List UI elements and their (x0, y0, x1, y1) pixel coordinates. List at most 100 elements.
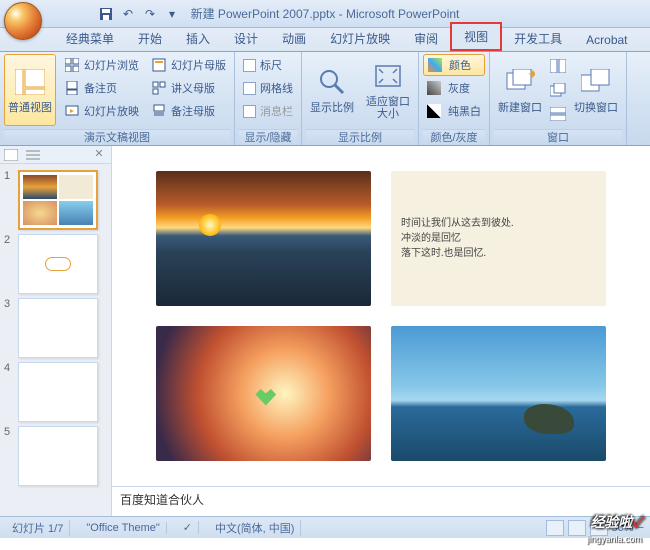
slide-image-3[interactable] (156, 326, 371, 461)
panel-tabs: ✕ (0, 146, 111, 164)
thumbnail-2[interactable] (18, 234, 98, 294)
color-button[interactable]: 颜色 (423, 54, 485, 76)
handout-master-icon (151, 80, 167, 96)
zoom-label: 显示比例 (310, 102, 354, 114)
slide-image-1[interactable] (156, 171, 371, 306)
thumb-row[interactable]: 2 (0, 232, 111, 296)
group-window: ✦ 新建窗口 切换窗口 窗口 (490, 52, 627, 145)
thumb-row[interactable]: 5 (0, 424, 111, 488)
redo-icon[interactable]: ↷ (142, 6, 158, 22)
normal-view-label: 普通视图 (8, 102, 52, 114)
group-zoom: 显示比例 适应窗口大小 显示比例 (302, 52, 419, 145)
handout-master-button[interactable]: 讲义母版 (147, 77, 230, 99)
slide-master-button[interactable]: 幻灯片母版 (147, 54, 230, 76)
slide-sorter-button[interactable]: 幻灯片浏览 (60, 54, 143, 76)
thumb-row[interactable]: 3 (0, 296, 111, 360)
new-window-icon: ✦ (504, 66, 536, 98)
cascade-icon[interactable] (550, 82, 566, 98)
language-indicator[interactable]: 中文(简体, 中国) (209, 520, 301, 536)
sorter-icon (64, 57, 80, 73)
group-color-gray: 颜色 灰度 纯黑白 颜色/灰度 (419, 52, 490, 145)
gridlines-checkbox[interactable]: 网格线 (239, 77, 297, 99)
panel-close-button[interactable]: ✕ (91, 147, 107, 163)
svg-text:✦: ✦ (527, 69, 535, 82)
outline-tab-icon[interactable] (26, 149, 40, 161)
checkbox-icon (243, 105, 256, 118)
checkbox-icon (243, 82, 256, 95)
watermark-url: jingyanla.com (587, 534, 642, 544)
arrange-all-icon[interactable] (550, 58, 566, 74)
group-label-zoom: 显示比例 (306, 129, 414, 145)
gray-swatch-icon (427, 81, 441, 95)
spellcheck-icon: ✓ (183, 521, 192, 534)
show-icon (64, 103, 80, 119)
notes-page-button[interactable]: 备注页 (60, 77, 143, 99)
quick-access-toolbar: ↶ ↷ ▾ (98, 6, 180, 22)
slide-canvas-area[interactable]: 时间让我们从这去到彼处.冲淡的是回忆落下这时.也是回忆. (112, 146, 650, 486)
undo-icon[interactable]: ↶ (120, 6, 136, 22)
thumbnail-5[interactable] (18, 426, 98, 486)
group-label-colorgray: 颜色/灰度 (423, 129, 485, 145)
qat-dropdown-icon[interactable]: ▾ (164, 6, 180, 22)
color-swatch-icon (428, 58, 442, 72)
magnifier-icon (316, 66, 348, 98)
slide-indicator[interactable]: 幻灯片 1/7 (6, 520, 70, 536)
tab-slideshow[interactable]: 幻灯片放映 (318, 26, 402, 51)
slide-canvas[interactable]: 时间让我们从这去到彼处.冲淡的是回忆落下这时.也是回忆. (126, 161, 636, 471)
slide-image-2[interactable]: 时间让我们从这去到彼处.冲淡的是回忆落下这时.也是回忆. (391, 171, 606, 306)
switch-window-button[interactable]: 切换窗口 (570, 54, 622, 126)
normal-view-icon (14, 66, 46, 98)
split-icon[interactable] (550, 106, 566, 122)
fit-window-label: 适应窗口大小 (363, 96, 413, 120)
office-button[interactable] (0, 0, 48, 28)
ribbon-tabs: 经典菜单 开始 插入 设计 动画 幻灯片放映 审阅 视图 开发工具 Acroba… (0, 28, 650, 52)
tab-acrobat[interactable]: Acrobat (574, 29, 639, 51)
messagebar-checkbox: 消息栏 (239, 100, 297, 122)
fit-window-icon (372, 60, 404, 92)
thumb-row[interactable]: 4 (0, 360, 111, 424)
notes-master-button[interactable]: 备注母版 (147, 100, 230, 122)
title-bar: ↶ ↷ ▾ 新建 PowerPoint 2007.pptx - Microsof… (0, 0, 650, 28)
fit-window-button[interactable]: 适应窗口大小 (362, 54, 414, 126)
switch-window-icon (580, 66, 612, 98)
tab-view[interactable]: 视图 (450, 22, 502, 51)
zoom-button[interactable]: 显示比例 (306, 54, 358, 126)
slides-tab-icon[interactable] (4, 149, 18, 161)
notes-master-icon (151, 103, 167, 119)
normal-view-btn[interactable] (546, 520, 564, 536)
editor-area: 时间让我们从这去到彼处.冲淡的是回忆落下这时.也是回忆. 百度知道合伙人 (112, 146, 650, 516)
switch-window-label: 切换窗口 (574, 102, 618, 114)
status-bar: 幻灯片 1/7 "Office Theme" ✓ 中文(简体, 中国) 50% … (0, 516, 650, 538)
tab-home[interactable]: 开始 (126, 26, 174, 51)
new-window-button[interactable]: ✦ 新建窗口 (494, 54, 546, 126)
thumbnail-3[interactable] (18, 298, 98, 358)
group-label-showhide: 显示/隐藏 (239, 129, 297, 145)
tab-review[interactable]: 审阅 (402, 26, 450, 51)
sorter-view-btn[interactable] (568, 520, 586, 536)
tab-insert[interactable]: 插入 (174, 26, 222, 51)
save-icon[interactable] (98, 6, 114, 22)
grayscale-button[interactable]: 灰度 (423, 77, 485, 99)
theme-indicator[interactable]: "Office Theme" (80, 522, 166, 534)
tab-animation[interactable]: 动画 (270, 26, 318, 51)
thumb-row[interactable]: 1 (0, 168, 111, 232)
ruler-checkbox[interactable]: 标尺 (239, 54, 297, 76)
ribbon: 普通视图 幻灯片浏览 备注页 幻灯片放映 幻灯片母版 讲义母版 备注母版 演示文… (0, 52, 650, 146)
bw-swatch-icon (427, 104, 441, 118)
checkbox-icon (243, 59, 256, 72)
group-label-views: 演示文稿视图 (4, 129, 230, 145)
slide-image-4[interactable] (391, 326, 606, 461)
tab-design[interactable]: 设计 (222, 26, 270, 51)
slideshow-button[interactable]: 幻灯片放映 (60, 100, 143, 122)
thumbnail-list: 1 2 3 4 5 (0, 164, 111, 516)
slide-master-icon (151, 57, 167, 73)
spellcheck-button[interactable]: ✓ (177, 521, 199, 534)
normal-view-button[interactable]: 普通视图 (4, 54, 56, 126)
notes-pane[interactable]: 百度知道合伙人 (112, 486, 650, 516)
tab-developer[interactable]: 开发工具 (502, 26, 574, 51)
document-title: 新建 PowerPoint 2007.pptx - Microsoft Powe… (191, 5, 460, 22)
thumbnail-4[interactable] (18, 362, 98, 422)
tab-classic[interactable]: 经典菜单 (54, 26, 126, 51)
thumbnail-1[interactable] (18, 170, 98, 230)
blackwhite-button[interactable]: 纯黑白 (423, 100, 485, 122)
